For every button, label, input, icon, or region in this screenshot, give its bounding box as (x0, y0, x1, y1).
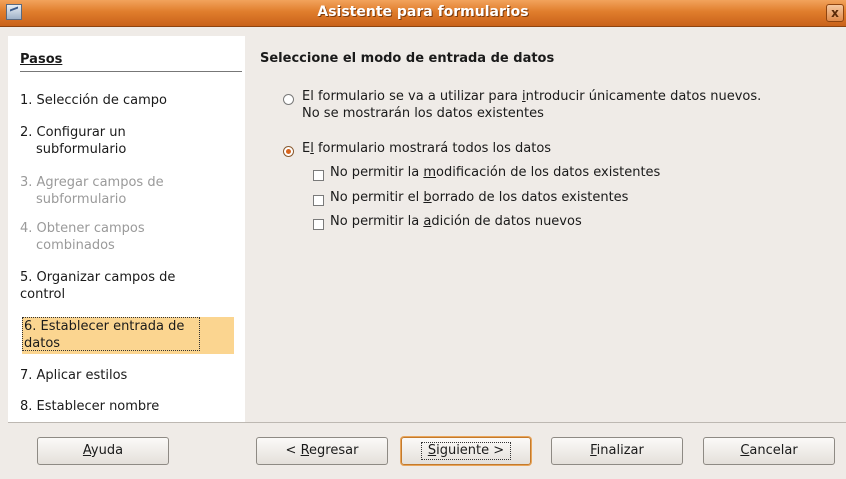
title-bar: Asistente para formularios x (0, 0, 846, 27)
mnemonic: A (82, 443, 91, 458)
step-3: 3. Agregar campos de subformulario (20, 174, 240, 208)
checkbox-no-delete[interactable] (313, 195, 324, 206)
step-label: 7. Aplicar estilos (20, 368, 128, 383)
button-label: iguiente > (436, 443, 505, 458)
mnemonic: m (423, 165, 437, 180)
step-7[interactable]: 7. Aplicar estilos (20, 367, 240, 384)
radio-show-all-data[interactable] (283, 146, 294, 157)
radio-new-data-only-label[interactable]: El formulario se va a utilizar para intr… (302, 88, 761, 122)
step-label-cont: subformulario (36, 192, 127, 207)
steps-divider (20, 71, 242, 72)
step-8[interactable]: 8. Establecer nombre (20, 398, 240, 415)
button-label: < (285, 443, 301, 458)
label-part: formulario mostrará todos los datos (313, 141, 552, 156)
window-title: Asistente para formularios (317, 4, 529, 20)
focus-ring: 6. Establecer entrada de datos (22, 317, 200, 351)
checkbox-no-add-label[interactable]: No permitir la adición de datos nuevos (330, 213, 582, 230)
checkbox-no-modify[interactable] (313, 170, 324, 181)
step-label: 2. Configurar un (20, 125, 126, 140)
step-label-cont: combinados (36, 238, 115, 253)
label-part: No permitir el (330, 190, 424, 205)
finish-button[interactable]: Finalizar (551, 437, 683, 465)
back-button[interactable]: < Regresar (256, 437, 388, 465)
label-part: No permitir la (330, 214, 424, 229)
checkbox-no-add[interactable] (313, 219, 324, 230)
label-part: El formulario se va a utilizar para (302, 89, 523, 104)
label-part: ntroducir únicamente datos nuevos. (525, 89, 762, 104)
step-4: 4. Obtener campos combinados (20, 220, 240, 254)
step-label-cont: datos (24, 336, 61, 351)
radio-new-data-only[interactable] (283, 94, 294, 105)
step-label: 6. Establecer entrada de (24, 319, 185, 334)
close-button[interactable]: x (826, 4, 844, 22)
step-label-cont: subformulario (36, 142, 127, 157)
page-title: Seleccione el modo de entrada de datos (260, 51, 555, 66)
help-button[interactable]: Ayuda (37, 437, 169, 465)
mnemonic: R (300, 443, 310, 458)
label-part: No permitir la (330, 165, 424, 180)
button-label: egresar (309, 443, 359, 458)
step-5[interactable]: 5. Organizar campos de control (20, 269, 240, 303)
step-2[interactable]: 2. Configurar un subformulario (20, 124, 240, 158)
checkbox-no-modify-label[interactable]: No permitir la modificación de los datos… (330, 164, 660, 181)
button-label: ancelar (749, 443, 798, 458)
mnemonic: S (427, 443, 437, 458)
steps-heading: Pasos (20, 52, 63, 67)
button-label: yuda (90, 443, 124, 458)
focus-ring: Siguiente > (420, 442, 512, 460)
checkbox-no-delete-label[interactable]: No permitir el borrado de los datos exis… (330, 189, 628, 206)
step-label: 5. Organizar campos de (20, 270, 176, 285)
step-6-active[interactable]: 6. Establecer entrada de datos (22, 317, 234, 354)
label-part: orrado de los datos existentes (431, 190, 629, 205)
radio-show-all-data-label[interactable]: El formulario mostrará todos los datos (302, 140, 551, 157)
steps-sidebar: Pasos 1. Selección de campo 2. Configura… (8, 36, 245, 422)
step-label: 3. Agregar campos de (20, 175, 164, 190)
next-button[interactable]: Siguiente > (401, 437, 531, 465)
label-part: dición de datos nuevos (431, 214, 582, 229)
step-1[interactable]: 1. Selección de campo (20, 92, 240, 109)
button-bar-divider (8, 422, 846, 423)
label-part: odificación de los datos existentes (436, 165, 661, 180)
cancel-button[interactable]: Cancelar (703, 437, 835, 465)
button-label: inalizar (596, 443, 644, 458)
label-part: E (302, 141, 311, 156)
step-label: 4. Obtener campos (20, 221, 145, 236)
mnemonic: b (423, 190, 432, 205)
label-line-2: No se mostrarán los datos existentes (302, 106, 544, 121)
step-label: 1. Selección de campo (20, 93, 167, 108)
step-label: 8. Establecer nombre (20, 399, 160, 414)
step-label-cont: control (20, 287, 66, 302)
